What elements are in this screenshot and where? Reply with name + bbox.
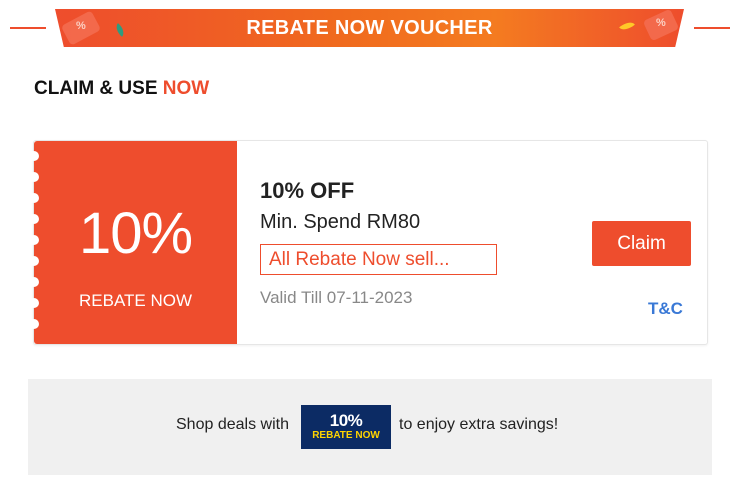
min-spend-text: Min. Spend RM80 bbox=[260, 211, 421, 233]
badge-percentage: 10% bbox=[329, 411, 363, 430]
percent-icon: % bbox=[656, 17, 666, 29]
claim-button[interactable]: Claim bbox=[592, 221, 691, 266]
validity-text: Valid Till 07-11-2023 bbox=[260, 288, 413, 307]
voucher-card: 10% REBATE NOW 10% OFF Min. Spend RM80 A… bbox=[29, 140, 708, 345]
banner-title: REBATE NOW VOUCHER bbox=[246, 16, 493, 39]
voucher-notch bbox=[29, 277, 39, 287]
terms-link[interactable]: T&C bbox=[648, 299, 683, 319]
header-banner: REBATE NOW VOUCHER % % bbox=[0, 0, 739, 48]
rebate-badge: 10% REBATE NOW bbox=[301, 405, 391, 449]
voucher-notch bbox=[29, 151, 39, 161]
voucher-notch bbox=[29, 319, 39, 329]
info-text-before: Shop deals with bbox=[176, 416, 289, 433]
section-heading-prefix: CLAIM & USE bbox=[34, 78, 158, 99]
voucher-title: 10% OFF bbox=[260, 178, 355, 203]
voucher-notch bbox=[29, 172, 39, 182]
header-divider-right bbox=[694, 27, 730, 29]
badge-label: REBATE NOW bbox=[312, 430, 380, 441]
header-divider-left bbox=[10, 27, 46, 29]
voucher-value-panel: 10% REBATE NOW bbox=[29, 141, 237, 344]
percent-icon: % bbox=[76, 20, 86, 32]
banner-ribbon: REBATE NOW VOUCHER bbox=[55, 9, 684, 47]
voucher-type-label: REBATE NOW bbox=[78, 291, 193, 310]
seller-tag: All Rebate Now sell... bbox=[260, 244, 497, 275]
info-text-after: to enjoy extra savings! bbox=[399, 416, 559, 433]
section-heading: CLAIM & USE NOW bbox=[34, 78, 209, 100]
section-heading-accent: NOW bbox=[162, 78, 210, 99]
info-banner: Shop deals with 10% REBATE NOW to enjoy … bbox=[28, 379, 712, 475]
voucher-percentage: 10% bbox=[78, 201, 193, 266]
